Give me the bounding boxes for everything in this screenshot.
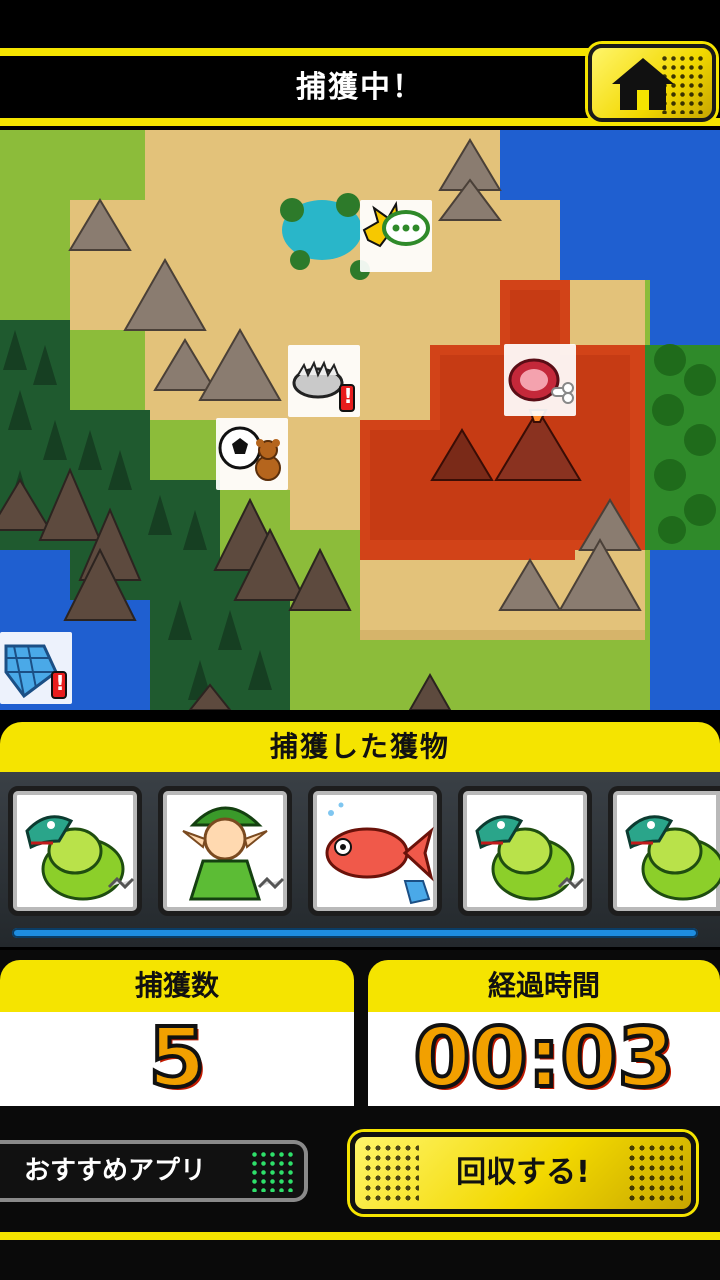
- green-snake-icon: [625, 815, 720, 901]
- recommended-apps-label: おすすめアプリ: [24, 1156, 207, 1186]
- map-marker-toys[interactable]: [216, 418, 288, 490]
- collect-label: 回収する!: [456, 1155, 590, 1190]
- home-icon: [612, 58, 674, 110]
- net-alert-mark: !: [55, 671, 65, 695]
- header-top-stripe: [0, 48, 590, 56]
- captured-card-snake-1[interactable]: [8, 786, 142, 916]
- ball-and-bear-icon: [218, 426, 281, 481]
- collect-button[interactable]: 回収する!: [350, 1132, 696, 1214]
- red-fish-icon: [325, 802, 434, 905]
- shout-bubble-icon: [362, 200, 430, 248]
- map-marker-shout[interactable]: [360, 200, 432, 272]
- captured-title: 捕獲した獲物: [0, 722, 720, 772]
- elf-icon: [182, 806, 285, 901]
- map-marker-trap[interactable]: !: [288, 345, 360, 417]
- capture-count-panel: 捕獲数 5: [0, 960, 354, 1110]
- green-snake-icon: [25, 815, 135, 901]
- elapsed-time-value: 00:03: [411, 1010, 676, 1108]
- recommended-apps-button[interactable]: おすすめアプリ: [0, 1140, 308, 1202]
- captured-card-snake-2[interactable]: [458, 786, 592, 916]
- hunting-map[interactable]: ! !: [0, 130, 720, 710]
- captured-scrollbar[interactable]: [12, 928, 698, 938]
- map-marker-meat[interactable]: [504, 344, 576, 416]
- green-snake-icon: [475, 815, 585, 901]
- elapsed-time-panel: 経過時間 00:03: [368, 960, 720, 1110]
- home-button[interactable]: [588, 44, 716, 122]
- elapsed-time-label: 経過時間: [368, 960, 720, 1012]
- capture-count-value: 5: [146, 1010, 207, 1108]
- capture-count-label: 捕獲数: [0, 960, 354, 1012]
- captured-card-fish[interactable]: [308, 786, 442, 916]
- captured-card-snake-3[interactable]: [608, 786, 720, 916]
- footer-stripe: [0, 1232, 720, 1240]
- trap-alert-mark: !: [343, 384, 353, 408]
- map-marker-net[interactable]: !: [0, 632, 72, 704]
- meat-icon: [508, 358, 574, 404]
- captured-card-elf[interactable]: [158, 786, 292, 916]
